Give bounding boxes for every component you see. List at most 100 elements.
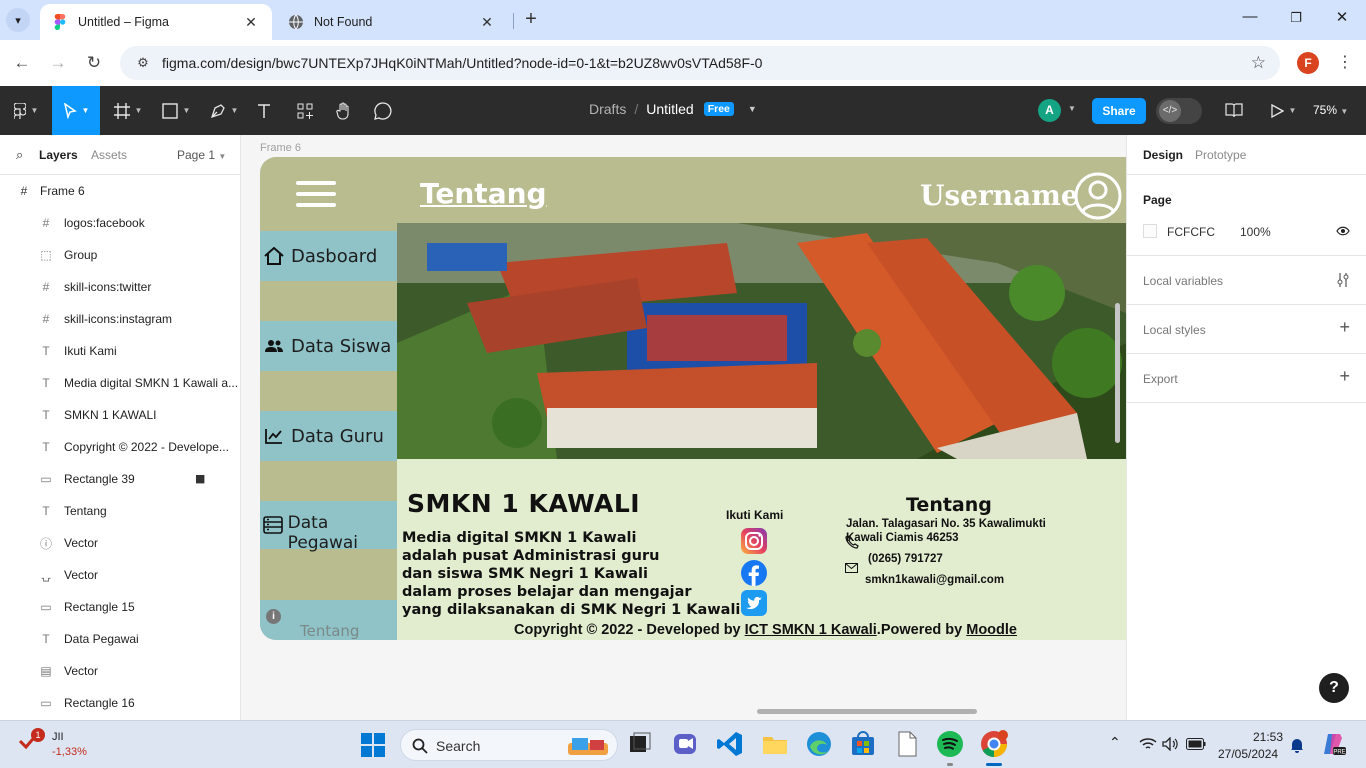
tab-figma[interactable]: Untitled – Figma ✕ — [40, 4, 272, 40]
search-label: Search — [436, 738, 481, 754]
layer-row[interactable]: ⍽ Vector — [0, 559, 240, 591]
plus-icon[interactable]: + — [1339, 317, 1350, 338]
clock-time[interactable]: 21:53 — [1221, 730, 1283, 744]
hand-tool-button[interactable] — [331, 86, 357, 135]
tab-design[interactable]: Design — [1143, 148, 1183, 162]
reload-icon[interactable]: ↻ — [82, 51, 106, 75]
taskbar-search-box[interactable]: Search — [400, 729, 618, 761]
export-section[interactable]: Export + — [1127, 354, 1366, 403]
browser-menu-icon[interactable]: ⋮ — [1337, 52, 1353, 72]
layer-row[interactable]: T Data Pegawai — [0, 623, 240, 655]
page-selector[interactable]: Page 1 ▼ — [177, 148, 226, 162]
close-tab-icon[interactable]: ✕ — [478, 13, 496, 31]
wifi-icon[interactable] — [1139, 737, 1157, 751]
layer-row[interactable]: ⓘ Vector — [0, 527, 240, 559]
url-omnibox[interactable]: ⚙ figma.com/design/bwc7UNTEXp7JHqK0iNTMa… — [120, 46, 1280, 80]
task-view-icon[interactable] — [625, 729, 655, 759]
chevron-down-icon[interactable]: ▼ — [748, 104, 757, 114]
shape-tool-button[interactable]: ▼ — [156, 86, 196, 135]
plus-icon[interactable]: + — [1339, 366, 1350, 387]
site-info-icon[interactable]: ⚙ — [128, 55, 158, 71]
volume-icon[interactable] — [1162, 737, 1178, 751]
tab-layers[interactable]: Layers — [39, 148, 78, 162]
page-opacity[interactable]: 100% — [1240, 225, 1271, 239]
frame-6[interactable]: Tentang Username Dasboard Data Siswa Dat… — [260, 157, 1126, 640]
page-color-hex[interactable]: FCFCFC — [1167, 225, 1215, 239]
battery-icon[interactable] — [1186, 738, 1206, 750]
document-icon[interactable] — [892, 729, 922, 759]
chrome-icon[interactable] — [979, 729, 1009, 759]
microsoft-store-icon[interactable] — [848, 729, 878, 759]
comment-tool-button[interactable] — [370, 86, 396, 135]
frame-label[interactable]: Frame 6 — [260, 142, 301, 154]
user-avatar[interactable]: A — [1038, 99, 1061, 122]
profile-avatar[interactable]: F — [1297, 52, 1319, 74]
tab-prototype[interactable]: Prototype — [1195, 148, 1246, 162]
layer-row[interactable]: T Copyright © 2022 - Develope... — [0, 431, 240, 463]
url-text[interactable]: figma.com/design/bwc7UNTEXp7JHqK0iNTMah/… — [162, 55, 762, 71]
notification-bell-icon[interactable] — [1290, 737, 1304, 753]
tab-search-button[interactable]: ▾ — [6, 8, 30, 32]
zoom-level[interactable]: 75% ▼ — [1313, 103, 1348, 117]
chevron-down-icon[interactable]: ▼ — [1068, 104, 1076, 113]
layer-row[interactable]: T Ikuti Kami — [0, 335, 240, 367]
layer-row[interactable]: ▭ Rectangle 15 — [0, 591, 240, 623]
edge-browser-icon[interactable] — [804, 729, 834, 759]
layer-row[interactable]: T SMKN 1 KAWALI — [0, 399, 240, 431]
text-tool-button[interactable] — [252, 86, 276, 135]
horizontal-scrollbar[interactable] — [757, 709, 977, 714]
present-button[interactable]: ▼ — [1266, 86, 1300, 135]
pen-tool-button[interactable]: ▼ — [204, 86, 244, 135]
main-menu-button[interactable]: ▼ — [6, 86, 46, 135]
layer-row[interactable]: ▭ Rectangle 39 ■ — [0, 463, 240, 495]
file-name[interactable]: Untitled — [646, 101, 693, 117]
dev-mode-toggle[interactable]: </> — [1156, 98, 1202, 124]
new-tab-button[interactable]: + — [520, 9, 542, 31]
layer-row[interactable]: ⬚ Group — [0, 239, 240, 271]
vertical-scrollbar[interactable] — [1115, 303, 1120, 443]
email-address: smkn1kawali@gmail.com — [865, 574, 1005, 586]
vscode-icon[interactable] — [715, 729, 745, 759]
local-variables-section[interactable]: Local variables — [1127, 256, 1366, 305]
layer-row[interactable]: # logos:facebook — [0, 207, 240, 239]
file-explorer-icon[interactable] — [760, 729, 790, 759]
minimize-icon[interactable]: — — [1239, 8, 1261, 32]
resources-button[interactable] — [292, 86, 318, 135]
chevron-up-icon[interactable]: ⌃ — [1109, 734, 1121, 751]
back-icon[interactable]: ← — [10, 51, 34, 75]
restore-icon[interactable]: ❐ — [1285, 10, 1307, 34]
page-color-swatch[interactable] — [1143, 224, 1157, 238]
layer-row[interactable]: # skill-icons:instagram — [0, 303, 240, 335]
eye-icon[interactable] — [1336, 226, 1350, 236]
help-button[interactable]: ? — [1319, 673, 1349, 703]
layer-row[interactable]: # skill-icons:twitter — [0, 271, 240, 303]
close-tab-icon[interactable]: ✕ — [242, 13, 260, 31]
variables-icon[interactable] — [1337, 273, 1349, 287]
design-canvas[interactable]: Frame 6 Tentang Username Dasboard Data S… — [241, 135, 1126, 720]
share-button[interactable]: Share — [1092, 98, 1146, 124]
drafts-link[interactable]: Drafts — [589, 101, 626, 117]
layer-row[interactable]: T Tentang — [0, 495, 240, 527]
move-tool-button[interactable]: ▼ — [52, 86, 100, 135]
layer-frame-6[interactable]: # Frame 6 — [0, 175, 240, 207]
frame-tool-button[interactable]: ▼ — [108, 86, 148, 135]
stock-widget[interactable]: 1 JII -1,33% — [18, 728, 87, 758]
layer-row[interactable]: T Media digital SMKN 1 Kawali a... — [0, 367, 240, 399]
forward-icon[interactable]: → — [46, 51, 70, 75]
teams-chat-icon[interactable] — [670, 729, 700, 759]
tab-not-found[interactable]: Not Found ✕ — [276, 4, 508, 40]
local-styles-section[interactable]: Local styles + — [1127, 305, 1366, 354]
spotify-icon[interactable] — [935, 729, 965, 759]
tab-assets[interactable]: Assets — [91, 148, 127, 162]
search-icon[interactable]: ⌕ — [16, 147, 23, 163]
description-line: dalam proses belajar dan mengajar — [402, 584, 692, 600]
bookmark-star-icon[interactable]: ☆ — [1251, 53, 1266, 73]
clock-date[interactable]: 27/05/2024 — [1218, 747, 1278, 761]
windows-start-icon[interactable] — [361, 733, 385, 757]
library-button[interactable] — [1222, 86, 1246, 135]
layer-row[interactable]: ▭ Rectangle 16 — [0, 687, 240, 719]
lock-icon[interactable]: ■ — [195, 472, 205, 485]
copilot-icon[interactable]: PRE — [1320, 731, 1346, 757]
layer-row[interactable]: ▤ Vector — [0, 655, 240, 687]
close-window-icon[interactable]: ✕ — [1331, 8, 1353, 32]
